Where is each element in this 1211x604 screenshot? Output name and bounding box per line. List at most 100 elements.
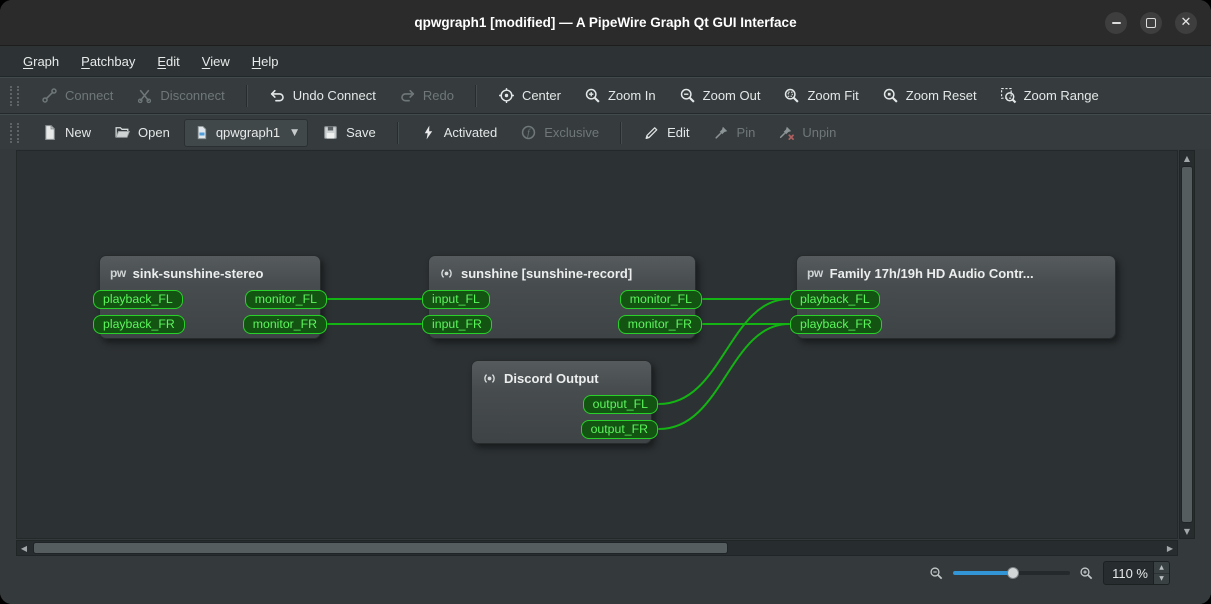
zoom-in-button[interactable]: Zoom In (575, 82, 665, 110)
maximize-icon (1146, 18, 1156, 28)
toolbar-separator (620, 122, 622, 144)
menu-patchbay[interactable]: Patchbay (70, 46, 146, 76)
minimize-button[interactable] (1105, 12, 1127, 34)
zoom-out-button[interactable]: Zoom Out (670, 82, 770, 110)
pin-icon (713, 124, 730, 141)
activated-bolt-icon (420, 124, 437, 141)
close-icon: ✕ (1181, 16, 1192, 29)
menu-help[interactable]: Help (241, 46, 290, 76)
exclusive-button[interactable]: f Exclusive (511, 119, 608, 147)
menu-label: elp (261, 54, 278, 69)
spin-up-arrow[interactable]: ▲ (1154, 562, 1169, 574)
disconnect-button[interactable]: Disconnect (127, 82, 233, 110)
edit-label: Edit (667, 125, 689, 140)
output-port-monitor-fr[interactable]: monitor_FR (618, 315, 702, 334)
output-port-monitor-fl[interactable]: monitor_FL (620, 290, 702, 309)
center-icon (498, 87, 515, 104)
toolbar-grip-handle[interactable] (10, 86, 19, 106)
scroll-down-arrow[interactable]: ▼ (1180, 524, 1194, 538)
connection-lines (17, 151, 1178, 539)
menu-label: E (157, 54, 166, 69)
node-title: sunshine [sunshine-record] (461, 266, 632, 281)
toolbar-grip-handle[interactable] (10, 123, 19, 143)
vertical-scrollbar[interactable]: ▲ ▼ (1179, 150, 1195, 539)
zoom-slider-handle[interactable] (1007, 567, 1019, 579)
menu-bar: Graph Patchbay Edit View Help (0, 46, 1211, 77)
center-button[interactable]: Center (489, 82, 570, 110)
patchbay-toolbar: New Open qpwgraph1 ▼ Save (0, 114, 1211, 151)
zoom-in-icon (1079, 566, 1094, 581)
maximize-button[interactable] (1140, 12, 1162, 34)
scroll-up-arrow[interactable]: ▲ (1180, 151, 1194, 165)
input-port-playback-fr[interactable]: playback_FR (93, 315, 185, 334)
output-port-output-fr[interactable]: output_FR (581, 420, 658, 439)
unpin-label: Unpin (802, 125, 836, 140)
menu-view[interactable]: View (191, 46, 241, 76)
scroll-left-arrow[interactable]: ◀ (17, 541, 31, 555)
minimize-icon (1112, 22, 1121, 24)
zoom-out-icon (679, 87, 696, 104)
vertical-scrollbar-thumb[interactable] (1181, 166, 1193, 523)
open-label: Open (138, 125, 170, 140)
new-button[interactable]: New (32, 119, 100, 147)
zoom-spinbox[interactable]: 110 % ▲ ▼ (1103, 561, 1170, 585)
connect-button[interactable]: Connect (32, 82, 122, 110)
horizontal-scrollbar-thumb[interactable] (33, 542, 728, 554)
menu-label: raph (33, 54, 59, 69)
node-title: Family 17h/19h HD Audio Contr... (830, 266, 1034, 281)
exclusive-label: Exclusive (544, 125, 599, 140)
undo-connect-label: Undo Connect (293, 88, 376, 103)
zoom-spin-buttons: ▲ ▼ (1153, 562, 1169, 584)
zoom-reset-button[interactable]: Zoom Reset (873, 82, 986, 110)
patchbay-file-dropdown[interactable]: qpwgraph1 ▼ (184, 119, 308, 147)
output-port-monitor-fr[interactable]: monitor_FR (243, 315, 327, 334)
toolbar-separator (475, 85, 477, 107)
zoom-fit-button[interactable]: Zoom Fit (774, 82, 867, 110)
save-button[interactable]: Save (313, 119, 385, 147)
activated-button[interactable]: Activated (411, 119, 506, 147)
redo-button[interactable]: Redo (390, 82, 463, 110)
graph-toolbar: Connect Disconnect Undo Connect (0, 77, 1211, 114)
zoom-range-button[interactable]: Zoom Range (991, 82, 1108, 110)
graph-canvas[interactable]: pw sink-sunshine-stereo playback_FL play… (16, 150, 1178, 539)
menu-label: atchbay (90, 54, 136, 69)
activated-label: Activated (444, 125, 497, 140)
zoom-value[interactable]: 110 % (1104, 566, 1153, 581)
output-port-output-fl[interactable]: output_FL (583, 395, 658, 414)
node-family-audio-controller[interactable]: pw Family 17h/19h HD Audio Contr... play… (796, 255, 1116, 339)
input-port-input-fl[interactable]: input_FL (422, 290, 490, 309)
menu-label: P (81, 54, 90, 69)
input-port-playback-fl[interactable]: playback_FL (93, 290, 183, 309)
output-port-monitor-fl[interactable]: monitor_FL (245, 290, 327, 309)
open-folder-icon (114, 124, 131, 141)
central-area: pw sink-sunshine-stereo playback_FL play… (0, 149, 1211, 604)
unpin-icon (778, 124, 795, 141)
menu-label: V (202, 54, 210, 69)
pin-label: Pin (737, 125, 756, 140)
node-sunshine[interactable]: sunshine [sunshine-record] input_FL inpu… (428, 255, 696, 339)
horizontal-scrollbar[interactable]: ◀ ▶ (16, 540, 1178, 556)
menu-label: iew (210, 54, 230, 69)
connection-wire[interactable] (659, 324, 789, 429)
node-sink-sunshine-stereo[interactable]: pw sink-sunshine-stereo playback_FL play… (99, 255, 321, 339)
undo-connect-button[interactable]: Undo Connect (260, 82, 385, 110)
node-header: pw Family 17h/19h HD Audio Contr... (797, 256, 1115, 283)
menu-graph[interactable]: Graph (12, 46, 70, 76)
zoom-slider[interactable] (953, 564, 1070, 582)
open-button[interactable]: Open (105, 119, 179, 147)
unpin-button[interactable]: Unpin (769, 119, 845, 147)
spin-down-arrow[interactable]: ▼ (1154, 574, 1169, 585)
new-label: New (65, 125, 91, 140)
input-port-input-fr[interactable]: input_FR (422, 315, 492, 334)
node-discord-output[interactable]: Discord Output output_FL output_FR (471, 360, 652, 444)
pin-button[interactable]: Pin (704, 119, 765, 147)
edit-button[interactable]: Edit (634, 119, 698, 147)
title-bar[interactable]: qpwgraph1 [modified] — A PipeWire Graph … (0, 0, 1211, 46)
close-button[interactable]: ✕ (1175, 12, 1197, 34)
patchbay-file-icon (194, 125, 209, 140)
pipewire-icon: pw (807, 267, 823, 279)
input-port-playback-fl[interactable]: playback_FL (790, 290, 880, 309)
scroll-right-arrow[interactable]: ▶ (1163, 541, 1177, 555)
menu-edit[interactable]: Edit (146, 46, 190, 76)
input-port-playback-fr[interactable]: playback_FR (790, 315, 882, 334)
